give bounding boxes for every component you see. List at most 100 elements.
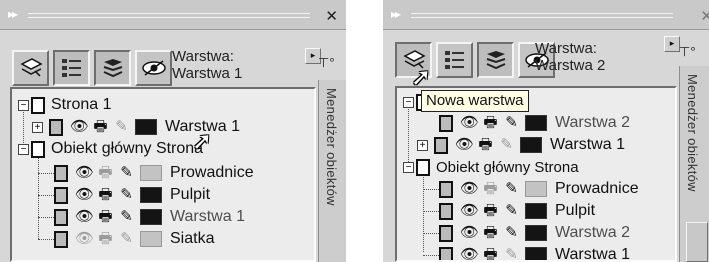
edit-across-layers-button[interactable] bbox=[477, 42, 514, 78]
edit-across-layers-icon bbox=[486, 51, 505, 70]
expand-icon[interactable]: + bbox=[417, 139, 428, 151]
printer-icon[interactable]: 🖶 bbox=[90, 118, 111, 136]
close-icon[interactable]: ✕ bbox=[325, 7, 338, 25]
object-manager-side-tab[interactable]: Menedżer obiektów bbox=[679, 66, 709, 262]
docker-titlebar[interactable]: ▸▸ ✕ bbox=[383, 0, 709, 30]
collapse-icon[interactable]: − bbox=[18, 143, 29, 155]
object-manager-docker-left: ▸▸ ✕ Warstwa: Warstwa 1 ▸ ⊤° Menedżer ob… bbox=[0, 0, 346, 262]
scrollbar-thumb[interactable] bbox=[686, 222, 708, 262]
collapse-icon[interactable]: − bbox=[403, 161, 414, 173]
printer-icon[interactable]: 🖶 bbox=[95, 208, 116, 226]
page-name: Strona 1 bbox=[51, 96, 112, 113]
pencil-icon[interactable]: ✎ bbox=[116, 230, 137, 248]
printer-icon[interactable]: 🖶 bbox=[480, 246, 501, 260]
layer-name: Pulpit bbox=[555, 202, 596, 219]
layer-color-swatch[interactable] bbox=[525, 115, 547, 131]
tree-row-layer[interactable]: 👁 🖶 ✎ Warstwa 1 bbox=[54, 206, 245, 228]
eye-icon[interactable]: 👁 bbox=[74, 164, 95, 182]
eye-icon[interactable]: 👁 bbox=[459, 224, 480, 242]
layer-color-swatch[interactable] bbox=[525, 247, 547, 260]
layer-color-swatch[interactable] bbox=[520, 137, 542, 153]
printer-icon[interactable]: 🖶 bbox=[95, 230, 116, 248]
eye-icon[interactable]: 👁 bbox=[459, 202, 480, 220]
expand-icon[interactable]: + bbox=[32, 121, 43, 133]
object-manager-side-tab[interactable]: Menedżer obiektów bbox=[318, 80, 346, 262]
eye-icon[interactable]: 👁 bbox=[74, 208, 95, 226]
object-manager-tab-icon: ⊤° bbox=[679, 44, 696, 59]
edit-across-layers-button[interactable] bbox=[94, 50, 131, 86]
tree-row-master-page[interactable]: − Obiekt główny Strona bbox=[403, 156, 579, 178]
layer-color-swatch[interactable] bbox=[135, 119, 157, 135]
printer-icon[interactable]: 🖶 bbox=[480, 180, 501, 198]
collapse-icon[interactable]: − bbox=[18, 99, 29, 111]
tree-row-layer[interactable]: 👁 🖶 ✎ Warstwa 2 bbox=[439, 112, 630, 134]
layer-color-swatch[interactable] bbox=[140, 231, 162, 247]
tree-row-layer[interactable]: + 👁 🖶 ✎ Warstwa 1 bbox=[417, 134, 625, 156]
layer-label-value: Warstwa 1 bbox=[172, 65, 243, 82]
printer-icon[interactable]: 🖶 bbox=[480, 224, 501, 242]
eye-icon[interactable]: 👁 bbox=[454, 136, 475, 154]
printer-icon[interactable]: 🖶 bbox=[480, 114, 501, 132]
close-icon[interactable]: ✕ bbox=[700, 7, 709, 25]
printer-icon[interactable]: 🖶 bbox=[475, 136, 496, 154]
collapse-icon[interactable]: − bbox=[403, 96, 414, 108]
tree-row-layer[interactable]: 👁 🖶 ✎ Siatka bbox=[54, 228, 214, 250]
layer-manager-view-button[interactable] bbox=[135, 50, 172, 86]
tree-connector bbox=[38, 239, 54, 240]
printer-icon[interactable]: 🖶 bbox=[95, 164, 116, 182]
flyout-arrow-button[interactable]: ▸ bbox=[664, 36, 680, 52]
tree-row-layer[interactable]: 👁 🖶 ✎ Warstwa 2 bbox=[439, 222, 630, 244]
pencil-icon[interactable]: ✎ bbox=[501, 114, 522, 132]
eye-icon[interactable]: 👁 bbox=[459, 114, 480, 132]
printer-icon[interactable]: 🖶 bbox=[95, 186, 116, 204]
eye-icon[interactable]: 👁 bbox=[459, 180, 480, 198]
show-layers-list-button[interactable] bbox=[53, 50, 90, 86]
layer-thumbnail-icon bbox=[54, 164, 68, 182]
grip-icon[interactable]: ▸▸ bbox=[8, 7, 18, 21]
printer-icon[interactable]: 🖶 bbox=[480, 202, 501, 220]
tree-row-page[interactable]: − Strona 1 bbox=[18, 94, 111, 116]
new-layer-button[interactable] bbox=[12, 50, 49, 86]
layer-color-swatch[interactable] bbox=[525, 225, 547, 241]
tree-row-layer[interactable]: 👁 🖶 ✎ Warstwa 1 bbox=[439, 244, 630, 260]
layer-color-swatch[interactable] bbox=[525, 181, 547, 197]
pencil-icon[interactable]: ✎ bbox=[111, 118, 132, 136]
layer-color-swatch[interactable] bbox=[140, 187, 162, 203]
eye-icon[interactable]: 👁 bbox=[74, 186, 95, 204]
layer-name: Prowadnice bbox=[170, 164, 254, 181]
pencil-icon[interactable]: ✎ bbox=[496, 136, 517, 154]
pencil-icon[interactable]: ✎ bbox=[501, 246, 522, 260]
tree-row-layer[interactable]: 👁 🖶 ✎ Prowadnice bbox=[439, 178, 639, 200]
layer-manager-view-icon bbox=[141, 60, 166, 76]
layer-color-swatch[interactable] bbox=[140, 209, 162, 225]
page-icon bbox=[416, 158, 430, 176]
layer-thumbnail-icon bbox=[434, 136, 448, 154]
show-layers-list-button[interactable] bbox=[436, 42, 473, 78]
titlebar-lines bbox=[411, 13, 673, 18]
docker-titlebar[interactable]: ▸▸ ✕ bbox=[0, 0, 346, 30]
list-layers-icon bbox=[444, 51, 464, 69]
pencil-icon[interactable]: ✎ bbox=[501, 202, 522, 220]
eye-icon[interactable]: 👁 bbox=[74, 230, 95, 248]
grip-icon[interactable]: ▸▸ bbox=[391, 7, 401, 21]
eye-icon[interactable]: 👁 bbox=[69, 118, 90, 136]
tree-row-layer[interactable]: 👁 🖶 ✎ Pulpit bbox=[439, 200, 595, 222]
layer-color-swatch[interactable] bbox=[525, 203, 547, 219]
pencil-icon[interactable]: ✎ bbox=[501, 224, 522, 242]
pencil-icon[interactable]: ✎ bbox=[116, 208, 137, 226]
mouse-cursor: ➚ bbox=[192, 128, 213, 155]
tree-row-layer[interactable]: 👁 🖶 ✎ Pulpit bbox=[54, 184, 210, 206]
layer-tree: − 👁 🖶 ✎ Warstwa 2 + 👁 🖶 ✎ Warstwa 1 − Ob… bbox=[395, 86, 677, 262]
pencil-icon[interactable]: ✎ bbox=[116, 164, 137, 182]
tree-row-layer[interactable]: 👁 🖶 ✎ Prowadnice bbox=[54, 162, 254, 184]
current-layer-label: Warstwa: Warstwa 2 bbox=[535, 40, 605, 74]
tree-connector bbox=[38, 195, 54, 196]
pencil-icon[interactable]: ✎ bbox=[116, 186, 137, 204]
eye-icon[interactable]: 👁 bbox=[459, 246, 480, 260]
tree-row-master-page[interactable]: − Obiekt główny Strona bbox=[18, 138, 203, 160]
pencil-icon[interactable]: ✎ bbox=[501, 180, 522, 198]
mouse-cursor: ➚ bbox=[411, 64, 432, 91]
object-manager-tab-icon: ⊤° bbox=[318, 55, 335, 70]
layer-color-swatch[interactable] bbox=[140, 165, 162, 181]
layer-label-prefix: Warstwa: bbox=[172, 48, 234, 65]
